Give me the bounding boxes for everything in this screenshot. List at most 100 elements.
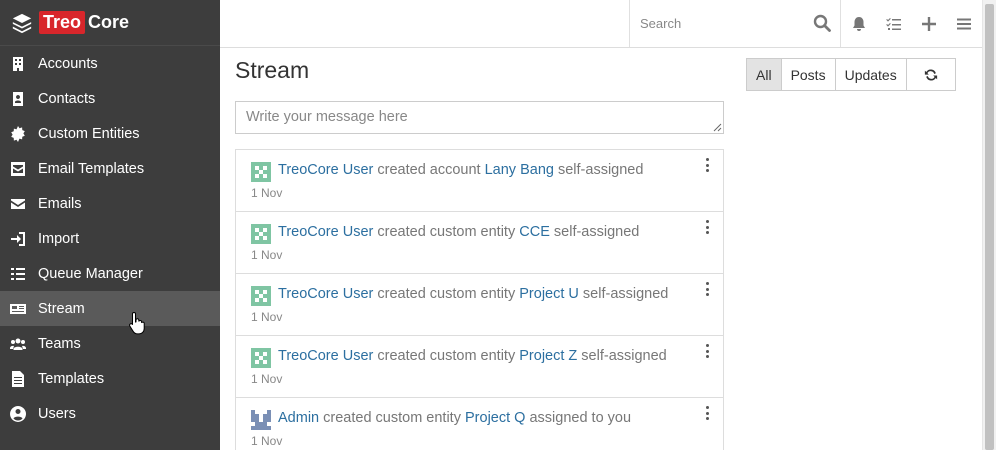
sidebar-item-label: Custom Entities (38, 125, 140, 142)
sidebar-item-users[interactable]: Users (0, 396, 220, 431)
sidebar-item-label: Templates (38, 370, 105, 387)
entity-link[interactable]: Project Z (519, 348, 577, 364)
entity-link[interactable]: CCE (519, 224, 550, 240)
sidebar-item-label: Teams (38, 335, 81, 352)
item-menu-button[interactable] (702, 158, 712, 172)
sign-in-icon (10, 231, 26, 247)
item-menu-button[interactable] (702, 220, 712, 234)
user-circle-icon (10, 405, 26, 422)
avatar[interactable] (251, 286, 271, 306)
stream-filter-group: All Posts Updates (746, 58, 956, 91)
avatar[interactable] (251, 410, 271, 430)
sidebar-item-email-templates[interactable]: Email Templates (0, 151, 220, 186)
sidebar: Treo Core Accounts Contacts Custom Entit… (0, 0, 220, 450)
sidebar-item-templates[interactable]: Templates (0, 361, 220, 396)
entity-link[interactable]: Project U (519, 286, 579, 302)
logo-icon (12, 13, 32, 33)
sidebar-item-label: Stream (38, 300, 85, 317)
envelope-square-icon (10, 161, 26, 177)
stream-action-text: created custom entity (323, 410, 461, 426)
sidebar-item-queue-manager[interactable]: Queue Manager (0, 256, 220, 291)
sidebar-item-label: Contacts (38, 90, 96, 107)
tasks-button[interactable] (876, 0, 911, 47)
sidebar-item-stream[interactable]: Stream (0, 291, 220, 326)
plus-icon (921, 16, 936, 31)
stream-item-text: TreoCore User created custom entity Proj… (278, 286, 668, 302)
stream-item-date[interactable]: 1 Nov (251, 248, 282, 262)
stream-suffix-text: assigned to you (529, 410, 632, 426)
sidebar-item-label: Queue Manager (38, 265, 143, 282)
search-icon[interactable] (813, 14, 831, 32)
post-message-input[interactable] (235, 101, 724, 134)
gear-icon (10, 125, 26, 142)
avatar[interactable] (251, 224, 271, 244)
stream-action-text: created custom entity (377, 224, 516, 240)
sidebar-nav: Accounts Contacts Custom Entities Email … (0, 46, 220, 431)
user-link[interactable]: TreoCore User (278, 224, 373, 240)
user-link[interactable]: Admin (278, 410, 319, 426)
building-icon (10, 56, 26, 72)
stream-suffix-text: self-assigned (557, 162, 644, 178)
stream-item: TreoCore User created custom entity CCE … (236, 212, 723, 274)
sidebar-item-label: Accounts (38, 55, 98, 72)
stream-list: TreoCore User created account Lany Bang … (235, 149, 724, 450)
users-icon (10, 336, 26, 352)
refresh-button[interactable] (905, 58, 956, 91)
stream-item-text: TreoCore User created account Lany Bang … (278, 162, 643, 178)
filter-posts-button[interactable]: Posts (780, 58, 836, 91)
item-menu-button[interactable] (702, 282, 712, 296)
avatar[interactable] (251, 348, 271, 368)
sidebar-item-accounts[interactable]: Accounts (0, 46, 220, 81)
stream-suffix-text: self-assigned (582, 286, 669, 302)
stream-item-date[interactable]: 1 Nov (251, 186, 282, 200)
stream-item: TreoCore User created custom entity Proj… (236, 274, 723, 336)
sidebar-item-teams[interactable]: Teams (0, 326, 220, 361)
sidebar-item-label: Import (38, 230, 80, 247)
logo-text-treo: Treo (39, 11, 86, 34)
stream-item: TreoCore User created account Lany Bang … (236, 150, 723, 212)
sidebar-item-contacts[interactable]: Contacts (0, 81, 220, 116)
stream-action-text: created custom entity (377, 348, 516, 364)
bell-icon (852, 16, 865, 31)
user-link[interactable]: TreoCore User (278, 162, 373, 178)
app-logo[interactable]: Treo Core (0, 0, 220, 46)
stream-item-date[interactable]: 1 Nov (251, 434, 282, 448)
scrollbar-thumb[interactable] (985, 4, 994, 450)
hand-cursor-icon (129, 311, 145, 335)
filter-updates-button[interactable]: Updates (834, 58, 907, 91)
quick-create-button[interactable] (911, 0, 946, 47)
newspaper-icon (10, 301, 26, 317)
user-link[interactable]: TreoCore User (278, 348, 373, 364)
entity-link[interactable]: Project Q (465, 410, 525, 426)
stream-suffix-text: self-assigned (553, 224, 640, 240)
global-search (629, 0, 839, 47)
stream-item: Admin created custom entity Project Q as… (236, 398, 723, 450)
user-link[interactable]: TreoCore User (278, 286, 373, 302)
stream-item-text: Admin created custom entity Project Q as… (278, 410, 631, 426)
sidebar-item-label: Users (38, 405, 76, 422)
entity-link[interactable]: Lany Bang (485, 162, 554, 178)
refresh-icon (924, 68, 937, 81)
sidebar-item-import[interactable]: Import (0, 221, 220, 256)
stream-item-text: TreoCore User created custom entity Proj… (278, 348, 667, 364)
search-input[interactable] (630, 0, 810, 47)
main-menu-button[interactable] (946, 0, 981, 47)
item-menu-button[interactable] (702, 406, 712, 420)
stream-item-date[interactable]: 1 Nov (251, 310, 282, 324)
notifications-button[interactable] (841, 0, 876, 47)
stream-item-date[interactable]: 1 Nov (251, 372, 282, 386)
contact-card-icon (10, 91, 26, 107)
sidebar-item-custom-entities[interactable]: Custom Entities (0, 116, 220, 151)
avatar[interactable] (251, 162, 271, 182)
stream-action-text: created custom entity (377, 286, 516, 302)
item-menu-button[interactable] (702, 344, 712, 358)
stream-item: TreoCore User created custom entity Proj… (236, 336, 723, 398)
top-icon-group (840, 0, 981, 47)
stream-suffix-text: self-assigned (581, 348, 667, 364)
sidebar-item-emails[interactable]: Emails (0, 186, 220, 221)
tasks-icon (885, 17, 901, 30)
list-check-icon (10, 266, 26, 282)
page-scrollbar[interactable] (982, 0, 996, 450)
filter-all-button[interactable]: All (746, 58, 782, 91)
resize-grip-icon[interactable] (713, 123, 722, 132)
